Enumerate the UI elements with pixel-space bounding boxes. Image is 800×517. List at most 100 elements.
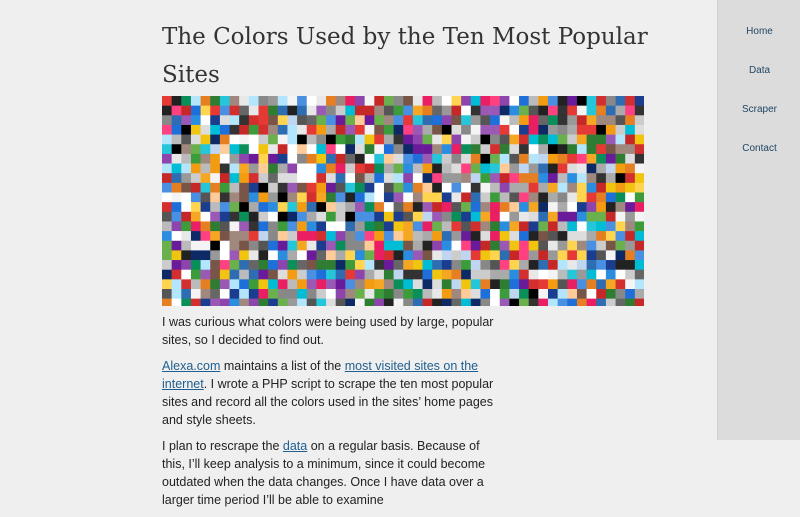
mosaic-pixel — [576, 240, 587, 251]
mosaic-pixel — [306, 289, 317, 299]
mosaic-pixel — [239, 211, 250, 222]
mosaic-pixel — [200, 202, 211, 213]
mosaic-pixel — [586, 221, 597, 232]
mosaic-pixel — [364, 211, 375, 222]
mosaic-pixel — [297, 211, 308, 222]
mosaic-pixel — [171, 269, 182, 280]
mosaic-pixel — [576, 144, 587, 155]
mosaic-pixel — [248, 124, 259, 135]
mosaic-pixel — [306, 250, 317, 261]
mosaic-pixel — [277, 202, 288, 213]
mosaic-pixel — [287, 289, 298, 299]
mosaic-pixel — [548, 269, 558, 280]
sidebar-item-data[interactable]: Data — [718, 65, 800, 76]
mosaic-pixel — [538, 269, 549, 280]
mosaic-pixel — [248, 240, 259, 251]
sidebar-item-contact[interactable]: Contact — [718, 143, 800, 154]
mosaic-pixel — [451, 279, 462, 290]
mosaic-pixel — [499, 182, 510, 193]
mosaic-pixel — [451, 182, 462, 193]
mosaic-pixel — [576, 279, 587, 290]
mosaic-pixel — [422, 202, 433, 213]
mosaic-pixel — [229, 115, 240, 126]
mosaic-pixel — [538, 202, 549, 213]
mosaic-pixel — [393, 105, 404, 116]
mosaic-pixel — [490, 289, 501, 299]
mosaic-pixel — [393, 144, 404, 155]
mosaic-pixel — [528, 279, 539, 290]
mosaic-pixel — [374, 105, 385, 116]
mosaic-pixel — [277, 298, 288, 306]
mosaic-pixel — [239, 192, 250, 203]
mosaic-pixel — [219, 202, 230, 213]
mosaic-pixel — [548, 105, 558, 116]
mosaic-pixel — [162, 105, 172, 116]
mosaic-pixel — [393, 269, 404, 280]
mosaic-pixel — [171, 134, 182, 145]
mosaic-pixel — [229, 144, 240, 155]
mosaic-pixel — [634, 144, 644, 155]
mosaic-pixel — [374, 124, 385, 135]
mosaic-pixel — [625, 250, 636, 261]
mosaic-pixel — [248, 250, 259, 261]
mosaic-pixel — [557, 144, 568, 155]
mosaic-pixel — [528, 211, 539, 222]
mosaic-pixel — [335, 173, 346, 184]
mosaic-pixel — [432, 298, 443, 306]
mosaic-pixel — [557, 289, 568, 299]
mosaic-pixel — [519, 115, 529, 126]
mosaic-pixel — [374, 115, 385, 126]
mosaic-pixel — [258, 163, 269, 174]
data-link[interactable]: data — [283, 439, 307, 453]
mosaic-pixel — [567, 231, 578, 242]
mosaic-pixel — [576, 298, 587, 306]
mosaic-pixel — [557, 202, 568, 213]
mosaic-pixel — [239, 221, 250, 232]
mosaic-pixel — [258, 211, 269, 222]
sidebar-item-home[interactable]: Home — [718, 26, 800, 37]
mosaic-pixel — [576, 250, 587, 261]
mosaic-pixel — [181, 173, 192, 184]
mosaic-pixel — [190, 105, 201, 116]
mosaic-pixel — [326, 163, 336, 174]
alexa-link[interactable]: Alexa.com — [162, 359, 220, 373]
mosaic-pixel — [634, 153, 644, 164]
mosaic-pixel — [634, 134, 644, 145]
mosaic-pixel — [548, 163, 558, 174]
mosaic-pixel — [171, 289, 182, 299]
mosaic-pixel — [605, 250, 616, 261]
mosaic-pixel — [181, 144, 192, 155]
mosaic-pixel — [615, 289, 626, 299]
mosaic-pixel — [605, 211, 616, 222]
mosaic-pixel — [403, 269, 414, 280]
mosaic-pixel — [335, 96, 346, 106]
mosaic-pixel — [181, 250, 192, 261]
mosaic-pixel — [548, 115, 558, 126]
mosaic-pixel — [538, 144, 549, 155]
mosaic-pixel — [499, 192, 510, 203]
mosaic-pixel — [432, 221, 443, 232]
mosaic-pixel — [306, 279, 317, 290]
mosaic-pixel — [306, 202, 317, 213]
mosaic-pixel — [499, 134, 510, 145]
mosaic-pixel — [509, 144, 520, 155]
mosaic-pixel — [461, 96, 472, 106]
mosaic-pixel — [615, 124, 626, 135]
mosaic-pixel — [548, 289, 558, 299]
mosaic-pixel — [480, 260, 491, 270]
mosaic-pixel — [277, 211, 288, 222]
mosaic-pixel — [229, 298, 240, 306]
sidebar-item-scraper[interactable]: Scraper — [718, 104, 800, 115]
mosaic-pixel — [210, 240, 221, 251]
mosaic-pixel — [519, 298, 529, 306]
mosaic-pixel — [557, 269, 568, 280]
mosaic-pixel — [239, 202, 250, 213]
mosaic-pixel — [335, 289, 346, 299]
mosaic-pixel — [490, 163, 501, 174]
mosaic-pixel — [248, 260, 259, 270]
mosaic-pixel — [239, 96, 250, 106]
mosaic-pixel — [355, 202, 365, 213]
mosaic-pixel — [634, 231, 644, 242]
mosaic-pixel — [519, 163, 529, 174]
mosaic-pixel — [634, 105, 644, 116]
